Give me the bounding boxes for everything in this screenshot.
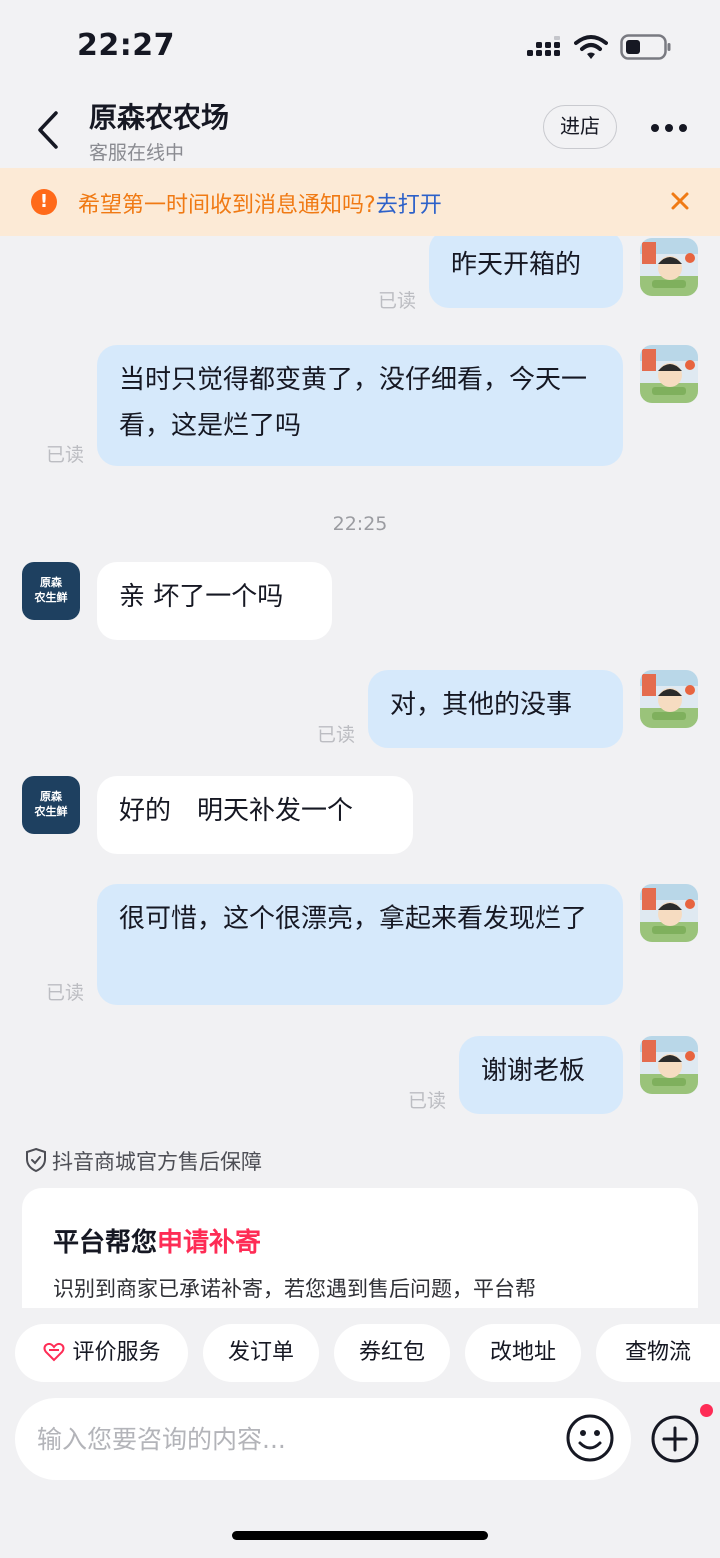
user-avatar-icon (640, 345, 698, 403)
user-avatar[interactable] (640, 884, 698, 942)
user-avatar-icon (640, 238, 698, 296)
read-status: 已读 (408, 1090, 447, 1112)
message-outgoing[interactable]: 当时只觉得都变黄了，没仔细看，今天一看，这是烂了吗 (97, 345, 623, 466)
card-title-highlight: 申请补寄 (157, 1228, 262, 1258)
notice-text: 希望第一时间收到消息通知吗? (78, 193, 376, 218)
home-indicator[interactable] (232, 1531, 488, 1540)
change-address-button[interactable]: 改地址 (465, 1324, 581, 1382)
chat-header: 原森农农场 客服在线中 进店 (0, 90, 720, 168)
message-incoming[interactable]: 好的 明天补发一个 (97, 776, 413, 854)
open-notifications-link[interactable]: 去打开 (376, 193, 442, 218)
shield-check-icon (26, 1147, 46, 1173)
track-shipment-button[interactable]: 查物流 (596, 1324, 720, 1382)
message-input-container (15, 1398, 631, 1480)
user-avatar-icon (640, 884, 698, 942)
service-status: 客服在线中 (89, 142, 185, 164)
warning-icon: ! (31, 189, 57, 215)
more-options-icon[interactable] (647, 118, 691, 138)
cellular-signal-icon (527, 36, 560, 56)
battery-icon (620, 34, 671, 60)
message-timestamp: 22:25 (332, 513, 388, 535)
message-outgoing[interactable]: 对，其他的没事 (368, 670, 623, 748)
user-avatar[interactable] (640, 345, 698, 403)
wifi-icon (574, 35, 608, 59)
close-icon[interactable] (666, 187, 694, 215)
add-attachment-icon[interactable] (650, 1414, 700, 1464)
resend-card[interactable]: 平台帮您申请补寄 识别到商家已承诺补寄，若您遇到售后问题，平台帮 (22, 1188, 698, 1308)
read-status: 已读 (378, 290, 417, 312)
emoji-icon[interactable] (565, 1413, 615, 1463)
message-input[interactable] (37, 1416, 557, 1462)
quick-actions: 评价服务 发订单 券红包 改地址 查物流 (0, 1308, 720, 1400)
chat-messages[interactable]: 昨天开箱的 已读 当时只觉得都变黄了，没仔细看，今天一看，这是烂了吗 已读 22… (0, 236, 720, 1308)
card-description: 识别到商家已承诺补寄，若您遇到售后问题，平台帮 (53, 1277, 536, 1301)
message-outgoing[interactable]: 很可惜，这个很漂亮，拿起来看发现烂了 (97, 884, 623, 1005)
user-avatar[interactable] (640, 238, 698, 296)
heart-icon (43, 1342, 65, 1362)
message-incoming[interactable]: 亲 坏了一个吗 (97, 562, 332, 640)
status-time: 22:27 (77, 28, 175, 63)
read-status: 已读 (46, 982, 85, 1004)
input-bar (0, 1396, 720, 1558)
shop-avatar[interactable]: 原森 农生鲜 (22, 562, 80, 620)
status-bar: 22:27 (0, 0, 720, 90)
shop-name: 原森农农场 (89, 101, 230, 134)
read-status: 已读 (46, 444, 85, 466)
user-avatar-icon (640, 1036, 698, 1094)
back-arrow-icon[interactable] (34, 110, 64, 150)
enter-store-button[interactable]: 进店 (543, 105, 617, 149)
card-title: 平台帮您申请补寄 (53, 1228, 262, 1258)
user-avatar[interactable] (640, 1036, 698, 1094)
notification-dot (700, 1404, 713, 1417)
notification-banner: ! 希望第一时间收到消息通知吗?去打开 (0, 168, 720, 236)
rate-service-button[interactable]: 评价服务 (15, 1324, 188, 1382)
read-status: 已读 (317, 724, 356, 746)
shop-avatar[interactable]: 原森 农生鲜 (22, 776, 80, 834)
user-avatar-icon (640, 670, 698, 728)
user-avatar[interactable] (640, 670, 698, 728)
coupons-button[interactable]: 券红包 (334, 1324, 450, 1382)
message-outgoing[interactable]: 谢谢老板 (459, 1036, 623, 1114)
send-order-button[interactable]: 发订单 (203, 1324, 319, 1382)
message-outgoing[interactable]: 昨天开箱的 (429, 236, 623, 308)
guarantee-label: 抖音商城官方售后保障 (52, 1150, 262, 1174)
